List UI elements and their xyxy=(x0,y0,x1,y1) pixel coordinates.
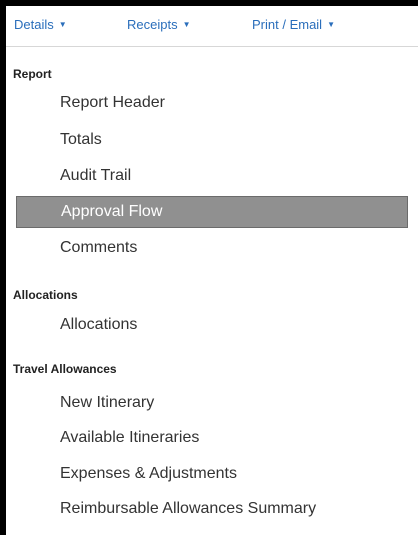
tab-details-label: Details xyxy=(14,17,54,32)
menu-item-expenses-adjustments[interactable]: Expenses & Adjustments xyxy=(16,458,408,490)
tab-print-email[interactable]: Print / Email ▼ xyxy=(252,17,335,32)
toolbar: Details ▼ Receipts ▼ Print / Email ▼ xyxy=(6,6,418,47)
menu-item-available-itineraries[interactable]: Available Itineraries xyxy=(16,422,408,454)
section-title-report: Report xyxy=(13,67,52,81)
tab-receipts[interactable]: Receipts ▼ xyxy=(127,17,191,32)
caret-down-icon: ▼ xyxy=(58,20,67,29)
menu-item-reimbursable-allowances-summary[interactable]: Reimbursable Allowances Summary xyxy=(16,493,408,525)
menu-item-totals[interactable]: Totals xyxy=(16,124,408,156)
menu-item-comments[interactable]: Comments xyxy=(16,232,408,264)
menu-item-report-header[interactable]: Report Header xyxy=(16,87,408,119)
menu-item-new-itinerary[interactable]: New Itinerary xyxy=(16,387,408,419)
caret-down-icon: ▼ xyxy=(182,20,191,29)
tab-print-email-label: Print / Email xyxy=(252,17,323,32)
side-menu: Report Report Header Totals Audit Trail … xyxy=(6,47,418,535)
caret-down-icon: ▼ xyxy=(327,20,335,29)
menu-item-approval-flow[interactable]: Approval Flow xyxy=(16,196,408,228)
section-title-travel-allowances: Travel Allowances xyxy=(13,362,117,376)
menu-item-allocations[interactable]: Allocations xyxy=(16,309,408,341)
tab-receipts-label: Receipts xyxy=(127,17,178,32)
menu-item-audit-trail[interactable]: Audit Trail xyxy=(16,160,408,192)
section-title-allocations: Allocations xyxy=(13,288,78,302)
tab-details[interactable]: Details ▼ xyxy=(14,17,67,32)
